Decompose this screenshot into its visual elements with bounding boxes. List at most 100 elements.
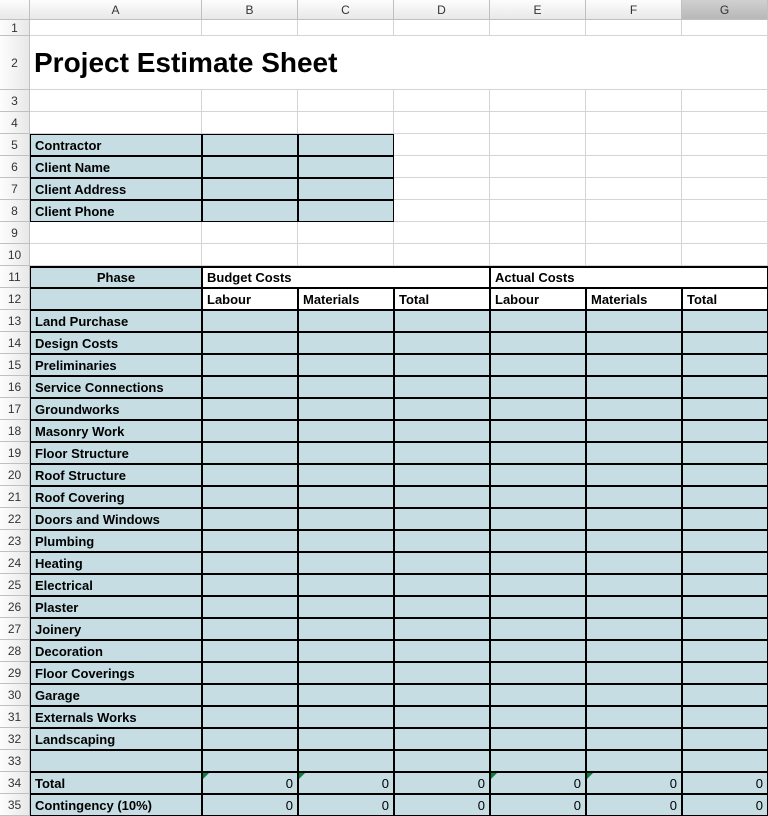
cell-G1[interactable] bbox=[682, 20, 768, 36]
total-actual-labour[interactable]: 0 bbox=[490, 772, 586, 794]
phase-heating[interactable]: Heating bbox=[30, 552, 202, 574]
phase-doors-windows[interactable]: Doors and Windows bbox=[30, 508, 202, 530]
total-budget-materials[interactable]: 0 bbox=[298, 772, 394, 794]
row-header-26[interactable]: 26 bbox=[0, 596, 30, 618]
contingency-actual-labour[interactable]: 0 bbox=[490, 794, 586, 816]
row-header-4[interactable]: 4 bbox=[0, 112, 30, 134]
phase-joinery[interactable]: Joinery bbox=[30, 618, 202, 640]
col-header-D[interactable]: D bbox=[394, 0, 490, 20]
phase-electrical[interactable]: Electrical bbox=[30, 574, 202, 596]
row-header-16[interactable]: 16 bbox=[0, 376, 30, 398]
phase-roof-structure[interactable]: Roof Structure bbox=[30, 464, 202, 486]
header-budget-labour[interactable]: Labour bbox=[202, 288, 298, 310]
phase-plumbing[interactable]: Plumbing bbox=[30, 530, 202, 552]
row-header-28[interactable]: 28 bbox=[0, 640, 30, 662]
row-header-30[interactable]: 30 bbox=[0, 684, 30, 706]
row-header-27[interactable]: 27 bbox=[0, 618, 30, 640]
col-header-C[interactable]: C bbox=[298, 0, 394, 20]
col-header-B[interactable]: B bbox=[202, 0, 298, 20]
cell-E1[interactable] bbox=[490, 20, 586, 36]
info-client-phone-label[interactable]: Client Phone bbox=[30, 200, 202, 222]
row-header-8[interactable]: 8 bbox=[0, 200, 30, 222]
total-budget-labour[interactable]: 0 bbox=[202, 772, 298, 794]
info-client-address-label[interactable]: Client Address bbox=[30, 178, 202, 200]
row-header-31[interactable]: 31 bbox=[0, 706, 30, 728]
row-header-1[interactable]: 1 bbox=[0, 20, 30, 36]
header-budget-total[interactable]: Total bbox=[394, 288, 490, 310]
total-actual-total[interactable]: 0 bbox=[682, 772, 768, 794]
contingency-budget-materials[interactable]: 0 bbox=[298, 794, 394, 816]
phase-floor-coverings[interactable]: Floor Coverings bbox=[30, 662, 202, 684]
row-header-11[interactable]: 11 bbox=[0, 266, 30, 288]
total-label[interactable]: Total bbox=[30, 772, 202, 794]
cell-C1[interactable] bbox=[298, 20, 394, 36]
row-header-29[interactable]: 29 bbox=[0, 662, 30, 684]
row-header-7[interactable]: 7 bbox=[0, 178, 30, 200]
phase-groundworks[interactable]: Groundworks bbox=[30, 398, 202, 420]
row-header-5[interactable]: 5 bbox=[0, 134, 30, 156]
row-header-33[interactable]: 33 bbox=[0, 750, 30, 772]
cell-B1[interactable] bbox=[202, 20, 298, 36]
info-contractor-value[interactable] bbox=[202, 134, 298, 156]
row-header-21[interactable]: 21 bbox=[0, 486, 30, 508]
phase-preliminaries[interactable]: Preliminaries bbox=[30, 354, 202, 376]
row-header-13[interactable]: 13 bbox=[0, 310, 30, 332]
contingency-actual-total[interactable]: 0 bbox=[682, 794, 768, 816]
spreadsheet-grid[interactable]: A B C D E F G 1 2 Project Estimate Sheet… bbox=[0, 0, 768, 816]
row-header-14[interactable]: 14 bbox=[0, 332, 30, 354]
col-header-E[interactable]: E bbox=[490, 0, 586, 20]
contingency-label[interactable]: Contingency (10%) bbox=[30, 794, 202, 816]
contingency-actual-materials[interactable]: 0 bbox=[586, 794, 682, 816]
contingency-budget-labour[interactable]: 0 bbox=[202, 794, 298, 816]
row-header-6[interactable]: 6 bbox=[0, 156, 30, 178]
phase-service-connections[interactable]: Service Connections bbox=[30, 376, 202, 398]
header-phase-sub[interactable] bbox=[30, 288, 202, 310]
title-cell[interactable]: Project Estimate Sheet bbox=[30, 36, 768, 90]
phase-design-costs[interactable]: Design Costs bbox=[30, 332, 202, 354]
row-header-23[interactable]: 23 bbox=[0, 530, 30, 552]
header-actual-materials[interactable]: Materials bbox=[586, 288, 682, 310]
phase-externals-works[interactable]: Externals Works bbox=[30, 706, 202, 728]
row-header-20[interactable]: 20 bbox=[0, 464, 30, 486]
phase-land-purchase[interactable]: Land Purchase bbox=[30, 310, 202, 332]
row-header-25[interactable]: 25 bbox=[0, 574, 30, 596]
phase-landscaping[interactable]: Landscaping bbox=[30, 728, 202, 750]
cell-A3[interactable] bbox=[30, 90, 202, 112]
row-header-34[interactable]: 34 bbox=[0, 772, 30, 794]
header-actual-total[interactable]: Total bbox=[682, 288, 768, 310]
contingency-budget-total[interactable]: 0 bbox=[394, 794, 490, 816]
phase-garage[interactable]: Garage bbox=[30, 684, 202, 706]
row-header-32[interactable]: 32 bbox=[0, 728, 30, 750]
row-header-35[interactable]: 35 bbox=[0, 794, 30, 816]
total-budget-total[interactable]: 0 bbox=[394, 772, 490, 794]
col-header-F[interactable]: F bbox=[586, 0, 682, 20]
row-header-9[interactable]: 9 bbox=[0, 222, 30, 244]
cell-D1[interactable] bbox=[394, 20, 490, 36]
phase-masonry-work[interactable]: Masonry Work bbox=[30, 420, 202, 442]
col-header-G[interactable]: G bbox=[682, 0, 768, 20]
row-header-10[interactable]: 10 bbox=[0, 244, 30, 266]
row-header-24[interactable]: 24 bbox=[0, 552, 30, 574]
row-header-12[interactable]: 12 bbox=[0, 288, 30, 310]
header-budget-materials[interactable]: Materials bbox=[298, 288, 394, 310]
row-header-3[interactable]: 3 bbox=[0, 90, 30, 112]
header-actual-labour[interactable]: Labour bbox=[490, 288, 586, 310]
phase-decoration[interactable]: Decoration bbox=[30, 640, 202, 662]
header-actual-costs[interactable]: Actual Costs bbox=[490, 266, 768, 288]
row-header-15[interactable]: 15 bbox=[0, 354, 30, 376]
info-contractor-label[interactable]: Contractor bbox=[30, 134, 202, 156]
info-client-name-label[interactable]: Client Name bbox=[30, 156, 202, 178]
total-actual-materials[interactable]: 0 bbox=[586, 772, 682, 794]
col-header-A[interactable]: A bbox=[30, 0, 202, 20]
cell-F1[interactable] bbox=[586, 20, 682, 36]
row-header-22[interactable]: 22 bbox=[0, 508, 30, 530]
header-budget-costs[interactable]: Budget Costs bbox=[202, 266, 490, 288]
row-header-19[interactable]: 19 bbox=[0, 442, 30, 464]
info-contractor-value2[interactable] bbox=[298, 134, 394, 156]
row-header-18[interactable]: 18 bbox=[0, 420, 30, 442]
header-phase[interactable]: Phase bbox=[30, 266, 202, 288]
select-all-corner[interactable] bbox=[0, 0, 30, 20]
row-header-2[interactable]: 2 bbox=[0, 36, 30, 90]
phase-plaster[interactable]: Plaster bbox=[30, 596, 202, 618]
phase-floor-structure[interactable]: Floor Structure bbox=[30, 442, 202, 464]
